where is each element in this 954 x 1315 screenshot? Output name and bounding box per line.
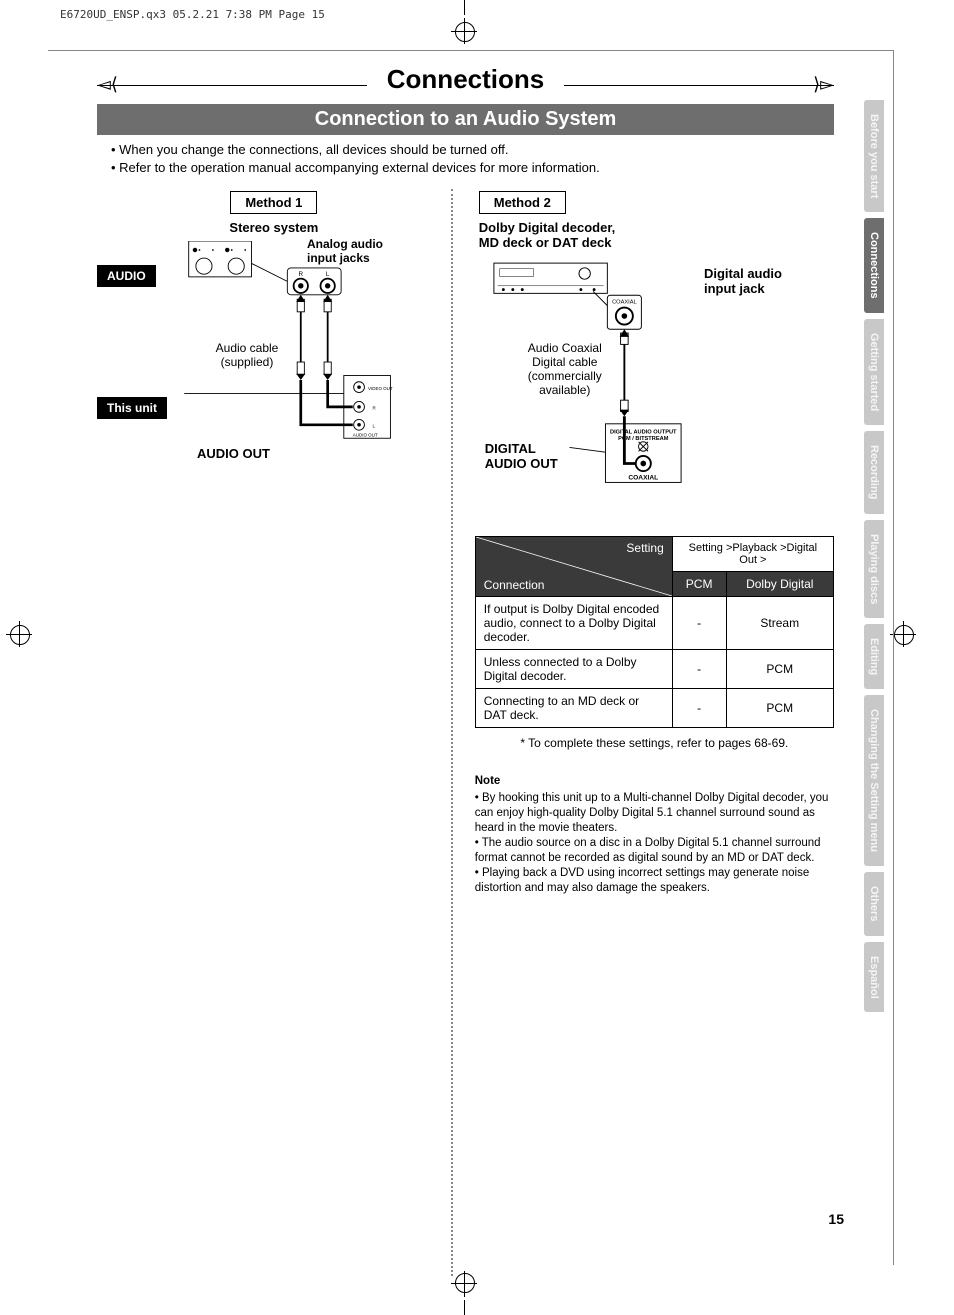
col-pcm-header: PCM — [672, 572, 726, 597]
svg-text:R: R — [299, 271, 304, 278]
side-tab: Playing discs — [864, 520, 884, 618]
note-bullet-2: • The audio source on a disc in a Dolby … — [475, 836, 834, 866]
diagram-area: Method 1 Stereo system AUDIO Analog audi… — [97, 189, 834, 896]
table-footnote: * To complete these settings, refer to p… — [475, 736, 834, 750]
crop-mark-top-icon — [455, 0, 475, 40]
side-tab: Others — [864, 872, 884, 935]
table-path-header: Setting >Playback >Digital Out > — [672, 537, 833, 572]
side-tabs: Before you start Connections Getting start… — [864, 100, 886, 1018]
svg-text:AUDIO OUT: AUDIO OUT — [353, 433, 378, 438]
intro-text: • When you change the connections, all d… — [97, 141, 834, 177]
page-title: Connections — [367, 64, 564, 94]
section-heading: Connection to an Audio System — [97, 104, 834, 135]
side-tab: Español — [864, 942, 884, 1013]
method2-column: Method 2 Dolby Digital decoder, MD deck … — [451, 189, 834, 896]
intro-bullet-2: • Refer to the operation manual accompan… — [111, 159, 834, 177]
method1-subtitle: Stereo system — [97, 220, 451, 235]
method2-title-box: Method 2 — [479, 191, 566, 214]
svg-text:COAXIAL: COAXIAL — [628, 475, 658, 482]
svg-text:COAXIAL: COAXIAL — [612, 300, 637, 306]
col-dolby-header: Dolby Digital — [726, 572, 833, 597]
svg-text:DIGITAL AUDIO OUTPUT: DIGITAL AUDIO OUTPUT — [610, 430, 677, 436]
svg-text:VIDEO OUT: VIDEO OUT — [368, 386, 393, 391]
side-tab: Recording — [864, 431, 884, 513]
method1-diagram: R L — [97, 241, 451, 501]
note-title: Note — [475, 774, 834, 789]
page-content: ◅⟨ Connections ⟩▻ Connection to an Audio… — [97, 70, 834, 1255]
crop-mark-right-icon — [884, 625, 924, 645]
method2-diagram: COAXIAL DIGITAL AUDIO OUTPUT PCM / BITST… — [475, 256, 834, 516]
crop-mark-left-icon — [0, 625, 40, 645]
dashed-divider — [451, 189, 453, 1276]
title-border: ◅⟨ Connections ⟩▻ — [97, 70, 834, 100]
intro-bullet-1: • When you change the connections, all d… — [111, 141, 834, 159]
side-tab: Before you start — [864, 100, 884, 212]
side-tab: Changing the Setting menu — [864, 695, 884, 866]
table-row: Connecting to an MD deck or DAT deck.-PC… — [475, 689, 833, 728]
note-block: Note • By hooking this unit up to a Mult… — [475, 774, 834, 896]
bracket-right-icon: ⟩▻ — [813, 74, 834, 95]
note-bullet-1: • By hooking this unit up to a Multi-cha… — [475, 791, 834, 836]
method1-title-box: Method 1 — [230, 191, 317, 214]
side-tab: Connections — [864, 218, 884, 313]
note-bullet-3: • Playing back a DVD using incorrect set… — [475, 866, 834, 896]
svg-text:L: L — [326, 271, 330, 278]
method1-column: Method 1 Stereo system AUDIO Analog audi… — [97, 189, 451, 896]
side-tab: Getting started — [864, 319, 884, 425]
crop-mark-bottom-icon — [455, 1275, 475, 1315]
method2-subtitle: Dolby Digital decoder, MD deck or DAT de… — [479, 220, 834, 250]
side-tab: Editing — [864, 624, 884, 689]
page-number: 15 — [828, 1211, 844, 1227]
table-row: If output is Dolby Digital encoded audio… — [475, 597, 833, 650]
page-trim-right — [893, 50, 894, 1265]
file-header-meta: E6720UD_ENSP.qx3 05.2.21 7:38 PM Page 15 — [60, 8, 325, 21]
settings-table: Setting Connection Setting >Playback >Di… — [475, 536, 834, 728]
page-trim-top — [48, 50, 894, 51]
table-row: Unless connected to a Dolby Digital deco… — [475, 650, 833, 689]
